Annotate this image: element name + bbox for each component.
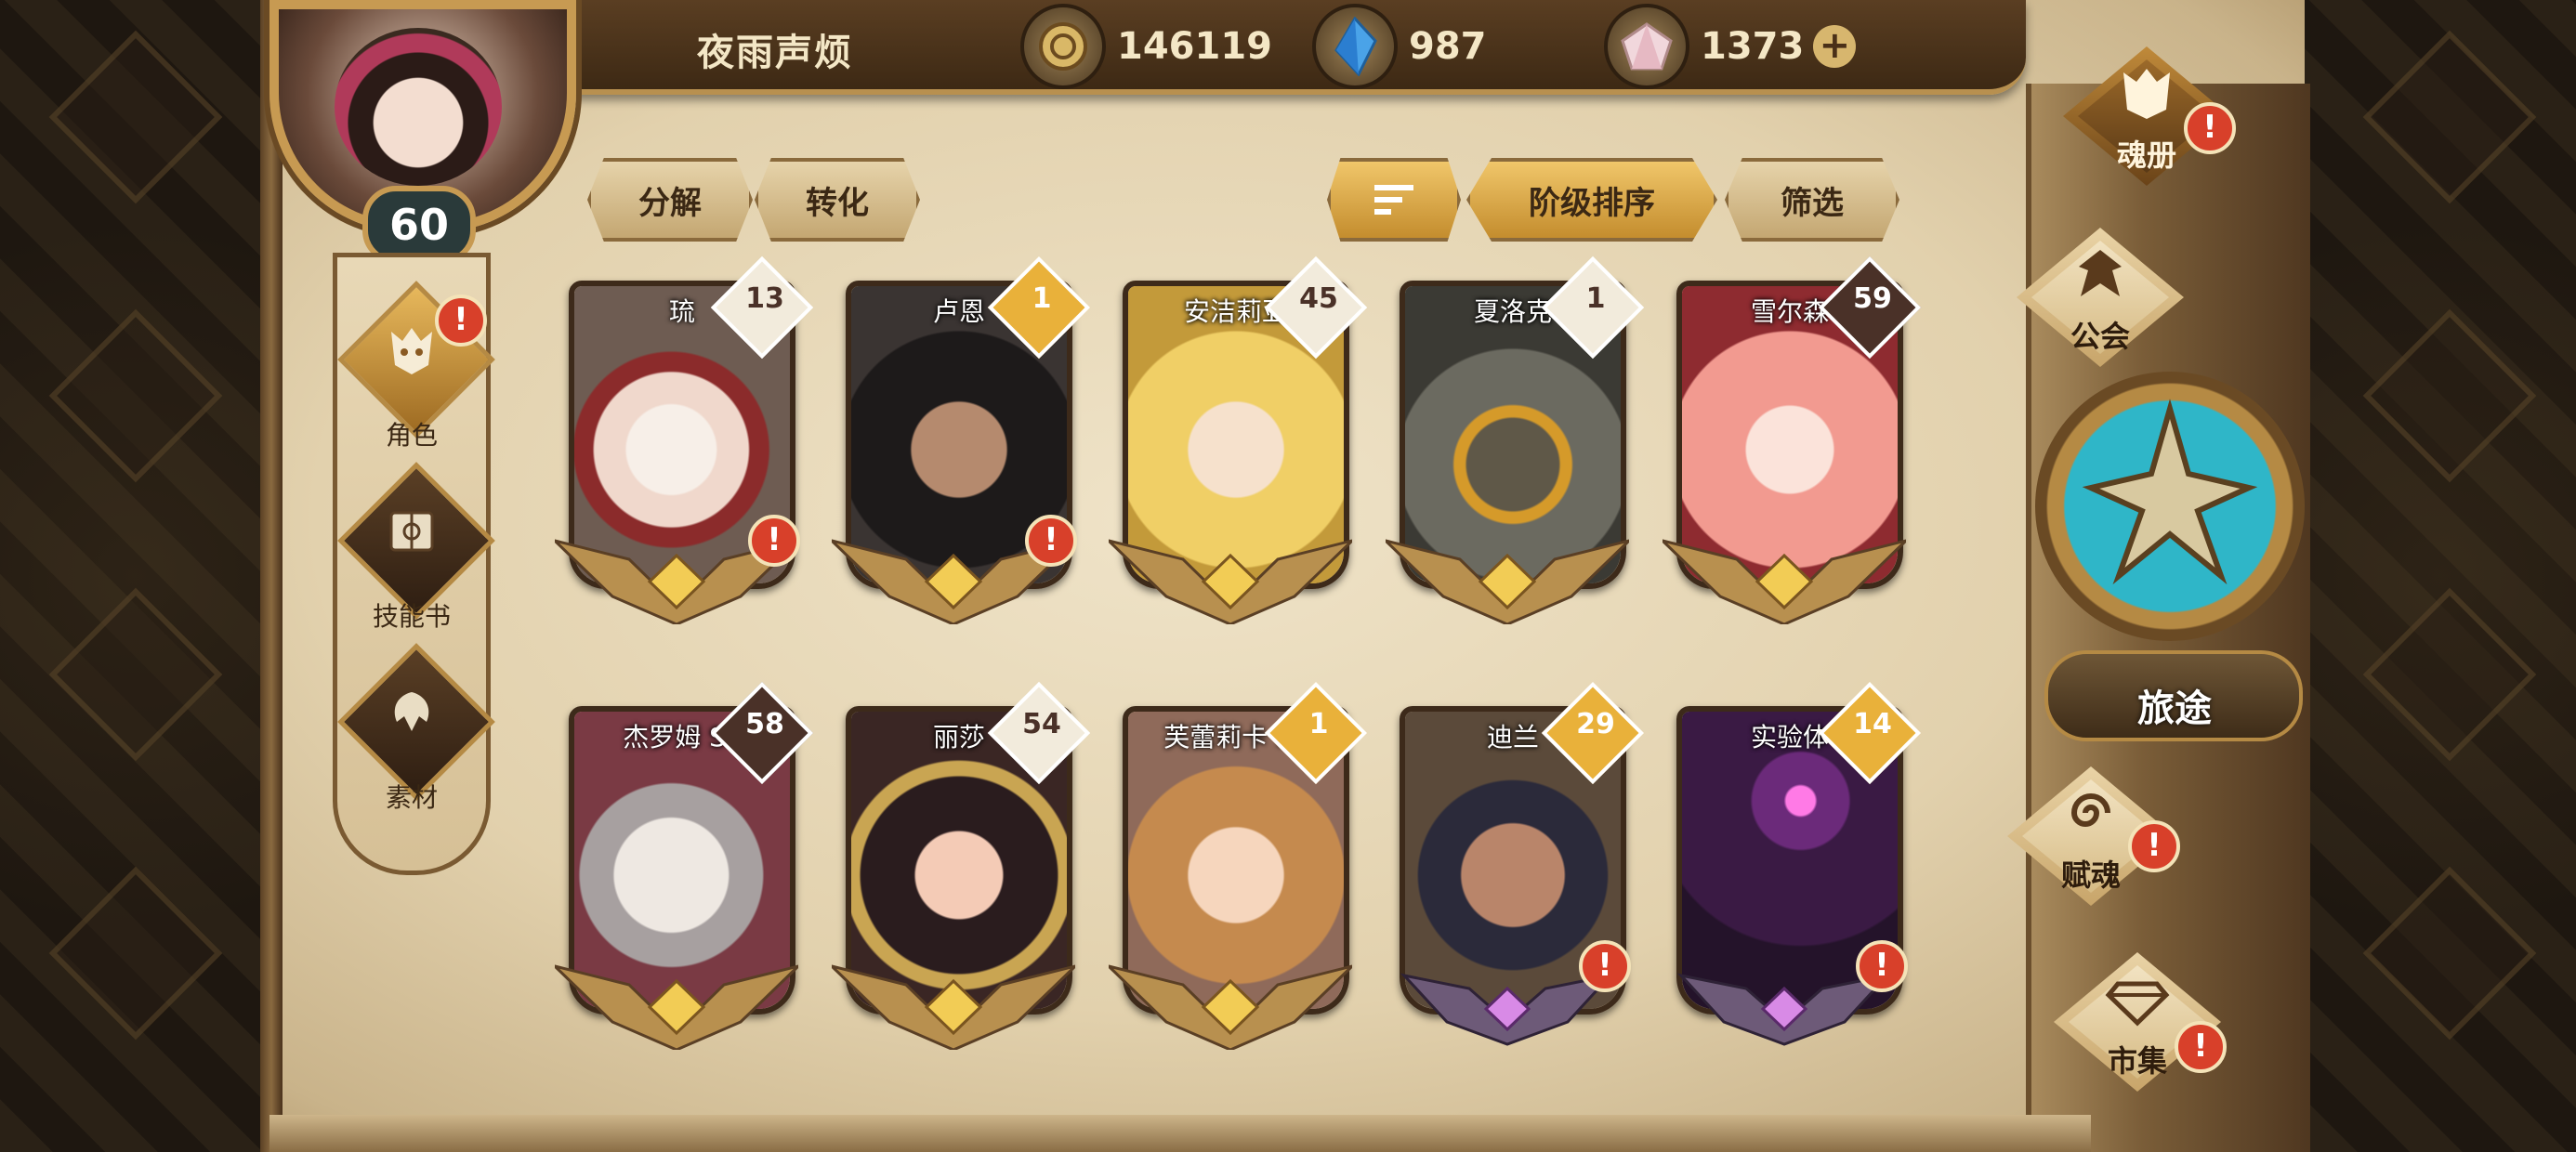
journey-button[interactable]: 旅途 — [2035, 372, 2305, 743]
convert-button[interactable]: 转化 — [755, 158, 920, 242]
decor-diamond — [2362, 308, 2537, 483]
sort-icon — [1374, 185, 1413, 215]
gold-wings-icon — [1663, 539, 1906, 624]
rank-number: 54 — [1022, 708, 1061, 740]
crystal-value: 987 — [1409, 25, 1487, 68]
filter-button[interactable]: 筛选 — [1725, 158, 1899, 242]
add-gem-button[interactable]: + — [1813, 25, 1857, 68]
right-menu-item-soul-infuse[interactable]: 赋魂 ! — [1970, 766, 2212, 924]
character-card[interactable]: 安洁莉亚 45 — [1109, 255, 1368, 624]
sort-order-button[interactable] — [1327, 158, 1461, 242]
panel-frame-left — [260, 0, 283, 1152]
decor-diamond — [48, 587, 223, 762]
blue-crystal-icon — [1312, 4, 1398, 89]
alert-badge: ! — [1856, 940, 1908, 992]
currency-gold: 146119 — [1020, 4, 1272, 89]
left-menu-label: 角色 — [385, 420, 438, 451]
character-card[interactable]: 卢恩 1 ! — [832, 255, 1091, 624]
rank-number: 14 — [1853, 708, 1892, 740]
panel-frame-bottom — [269, 1115, 2091, 1152]
journey-label: 旅途 — [2137, 687, 2212, 730]
alert-badge: ! — [2184, 102, 2236, 154]
character-card[interactable]: 杰罗姆 SP 58 — [555, 681, 814, 1050]
left-menu-label: 素材 — [385, 782, 438, 813]
player-name: 夜雨声烦 — [697, 32, 853, 74]
right-menu-item-soul-book[interactable]: 魂册 ! — [2026, 46, 2267, 204]
soul-mask-icon — [384, 322, 440, 378]
rank-number: 1 — [1585, 282, 1606, 315]
soul-book-icon — [2109, 65, 2184, 130]
alert-badge: ! — [435, 295, 487, 347]
market-diamond-icon — [2100, 971, 2175, 1036]
alert-badge: ! — [2175, 1021, 2227, 1073]
gem-value: 1373 — [1701, 25, 1805, 68]
alert-badge: ! — [1025, 515, 1077, 567]
gold-wings-icon — [1109, 539, 1352, 624]
character-card[interactable]: 雪尔森 59 — [1663, 255, 1922, 624]
gold-wings-icon — [1109, 964, 1352, 1050]
gold-wings-icon — [555, 964, 798, 1050]
alert-badge: ! — [748, 515, 800, 567]
left-background — [0, 0, 269, 1152]
pink-gem-icon — [1604, 4, 1689, 89]
character-card[interactable]: 夏洛克 1 — [1386, 255, 1645, 624]
rank-number: 1 — [1308, 708, 1329, 740]
skill-book-icon — [384, 504, 440, 559]
gold-wings-icon — [1386, 539, 1629, 624]
spiral-icon — [2054, 785, 2128, 850]
left-menu-item-characters[interactable]: 角色 ! — [337, 281, 495, 462]
alert-badge: ! — [2128, 820, 2180, 872]
rank-number: 13 — [745, 282, 784, 315]
journey-emblem-icon — [2035, 372, 2305, 641]
rank-number: 58 — [745, 708, 784, 740]
right-background — [2305, 0, 2576, 1152]
character-card[interactable]: 琉 13 ! — [555, 255, 814, 624]
gold-wings-icon — [832, 964, 1075, 1050]
left-menu-item-materials[interactable]: 素材 — [337, 643, 495, 824]
right-menu-label: 公会 — [2070, 319, 2130, 354]
rank-number: 45 — [1299, 282, 1338, 315]
left-menu-label: 技能书 — [372, 601, 451, 632]
character-card[interactable]: 迪兰 29 ! — [1386, 681, 1645, 1050]
currency-gem: 1373 + — [1604, 4, 1857, 89]
rank-sort-button[interactable]: 阶级排序 — [1466, 158, 1717, 242]
decor-diamond — [2362, 866, 2537, 1041]
currency-crystal: 987 — [1312, 4, 1487, 89]
decor-diamond — [48, 30, 223, 204]
decor-diamond — [2362, 587, 2537, 762]
right-menu-item-market[interactable]: 市集 ! — [2017, 952, 2258, 1110]
guild-icon — [2063, 246, 2137, 311]
character-card[interactable]: 实验体 14 ! — [1663, 681, 1922, 1050]
alert-badge: ! — [1579, 940, 1631, 992]
rank-number: 1 — [1032, 282, 1052, 315]
gold-value: 146119 — [1117, 25, 1272, 68]
left-menu: 角色 ! 技能书 素材 — [333, 253, 495, 875]
left-menu-item-skill-books[interactable]: 技能书 — [337, 462, 495, 643]
material-icon — [384, 685, 440, 740]
gold-coin-icon — [1020, 4, 1106, 89]
right-menu-item-guild[interactable]: 公会 — [1979, 228, 2221, 386]
decompose-button[interactable]: 分解 — [587, 158, 753, 242]
character-card[interactable]: 芙蕾莉卡 SP 1 — [1109, 681, 1368, 1050]
character-card[interactable]: 丽莎 54 — [832, 681, 1091, 1050]
rank-number: 29 — [1576, 708, 1615, 740]
avatar-portrait — [335, 28, 502, 186]
rank-number: 59 — [1853, 282, 1892, 315]
decor-diamond — [2362, 30, 2537, 204]
decor-diamond — [48, 308, 223, 483]
decor-diamond — [48, 866, 223, 1041]
